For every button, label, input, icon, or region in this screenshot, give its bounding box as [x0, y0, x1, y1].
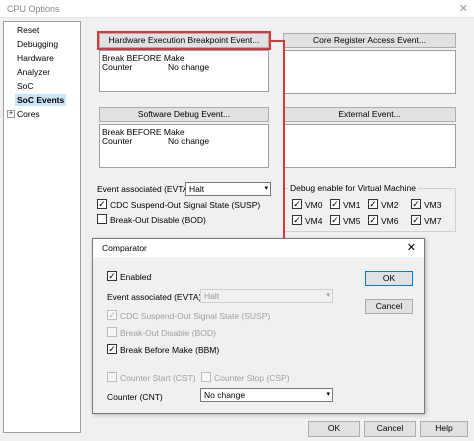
counter-stop-checkbox[interactable]	[201, 372, 211, 382]
counter-stop-label: Counter Stop (CSP)	[214, 373, 290, 383]
vm0-label: VM0	[305, 200, 323, 210]
annotation-line-vertical	[283, 40, 285, 245]
options-tree[interactable]: Reset Debugging Hardware Analyzer SoC So…	[3, 21, 81, 433]
vm3-label: VM3	[424, 200, 442, 210]
enabled-label: Enabled	[120, 272, 152, 282]
comparator-dialog: Comparator ✕ ✓ Enabled Event associated …	[92, 238, 425, 414]
cdc-checkbox[interactable]: ✓	[97, 199, 107, 209]
dialog-evta-value: Halt	[204, 291, 220, 301]
sw-counter-label: Counter	[102, 136, 133, 146]
external-summary	[283, 124, 456, 168]
core-register-summary	[283, 50, 456, 94]
vm7-label: VM7	[424, 216, 442, 226]
tree-item-reset[interactable]: Reset	[17, 24, 39, 36]
software-debug-event-button[interactable]: Software Debug Event...	[99, 107, 269, 122]
vm4-label: VM4	[305, 216, 323, 226]
counter-select[interactable]: No change ▾	[200, 388, 333, 402]
vm2-label: VM2	[381, 200, 399, 210]
vm1-label: VM1	[343, 200, 361, 210]
evta-select[interactable]: Halt ▾	[185, 182, 271, 196]
dialog-title: Comparator	[102, 243, 147, 253]
bod-checkbox[interactable]	[97, 214, 107, 224]
external-event-button[interactable]: External Event...	[283, 107, 456, 122]
vm4-checkbox[interactable]: ✓	[292, 215, 302, 225]
vm5-checkbox[interactable]: ✓	[330, 215, 340, 225]
footer-cancel-button[interactable]: Cancel	[364, 421, 416, 437]
dialog-cdc-checkbox[interactable]: ✓	[107, 310, 117, 320]
vm7-checkbox[interactable]: ✓	[411, 215, 421, 225]
hw-bp-counter-label: Counter	[102, 62, 133, 72]
counter-start-label: Counter Start (CST)	[120, 373, 196, 383]
sw-counter-value: No change	[168, 136, 210, 146]
vm2-checkbox[interactable]: ✓	[368, 199, 378, 209]
evta-label: Event associated (EVTA)	[97, 184, 192, 194]
tree-item-cores[interactable]: Cores	[17, 108, 40, 120]
tree-expand-icon[interactable]: +	[7, 110, 15, 118]
tree-item-debugging[interactable]: Debugging	[17, 38, 58, 50]
dialog-evta-select[interactable]: Halt ▾	[200, 289, 333, 303]
bbm-label: Break Before Make (BBM)	[120, 345, 220, 355]
bbm-checkbox[interactable]: ✓	[107, 344, 117, 354]
vm0-checkbox[interactable]: ✓	[292, 199, 302, 209]
vm-group-title: Debug enable for Virtual Machine	[288, 183, 419, 193]
dialog-bod-checkbox[interactable]	[107, 327, 117, 337]
evta-value: Halt	[189, 184, 205, 194]
vm6-checkbox[interactable]: ✓	[368, 215, 378, 225]
footer-ok-button[interactable]: OK	[308, 421, 360, 437]
chevron-down-icon: ▾	[326, 292, 330, 299]
enabled-checkbox[interactable]: ✓	[107, 271, 117, 281]
tree-item-analyzer[interactable]: Analyzer	[17, 66, 50, 78]
hw-breakpoint-event-button[interactable]: Hardware Execution Breakpoint Event...	[97, 31, 271, 50]
dialog-ok-button[interactable]: OK	[365, 271, 413, 286]
dialog-titlebar: Comparator ✕	[93, 239, 424, 257]
cdc-label: CDC Suspend-Out Signal State (SUSP)	[110, 200, 261, 210]
vm5-label: VM5	[343, 216, 361, 226]
bod-label: Break-Out Disable (BOD)	[110, 215, 206, 225]
dialog-close-icon[interactable]: ✕	[407, 241, 416, 254]
dialog-evta-label: Event associated (EVTA)	[107, 292, 202, 302]
vm1-checkbox[interactable]: ✓	[330, 199, 340, 209]
vm3-checkbox[interactable]: ✓	[411, 199, 421, 209]
tree-item-soc[interactable]: SoC	[17, 80, 34, 92]
footer-help-button[interactable]: Help	[420, 421, 468, 437]
dialog-bod-label: Break-Out Disable (BOD)	[120, 328, 216, 338]
chevron-down-icon: ▾	[326, 391, 330, 398]
chevron-down-icon: ▾	[264, 185, 268, 192]
counter-start-checkbox[interactable]	[107, 372, 117, 382]
core-register-event-button[interactable]: Core Register Access Event...	[283, 33, 456, 48]
dialog-cancel-button[interactable]: Cancel	[365, 299, 413, 314]
window-titlebar: CPU Options ✕	[0, 0, 474, 18]
hw-breakpoint-summary: Break BEFORE Make Counter No change	[99, 50, 269, 92]
window-title: CPU Options	[7, 4, 60, 14]
hw-bp-counter-value: No change	[168, 62, 210, 72]
counter-value: No change	[204, 390, 246, 400]
sw-debug-summary: Break BEFORE Make Counter No change	[99, 124, 269, 168]
counter-label: Counter (CNT)	[107, 392, 163, 402]
vm6-label: VM6	[381, 216, 399, 226]
dialog-cdc-label: CDC Suspend-Out Signal State (SUSP)	[120, 311, 271, 321]
tree-item-hardware[interactable]: Hardware	[17, 52, 54, 64]
window-close-icon[interactable]: ✕	[459, 2, 468, 15]
tree-item-soc-events[interactable]: SoC Events	[15, 94, 67, 106]
